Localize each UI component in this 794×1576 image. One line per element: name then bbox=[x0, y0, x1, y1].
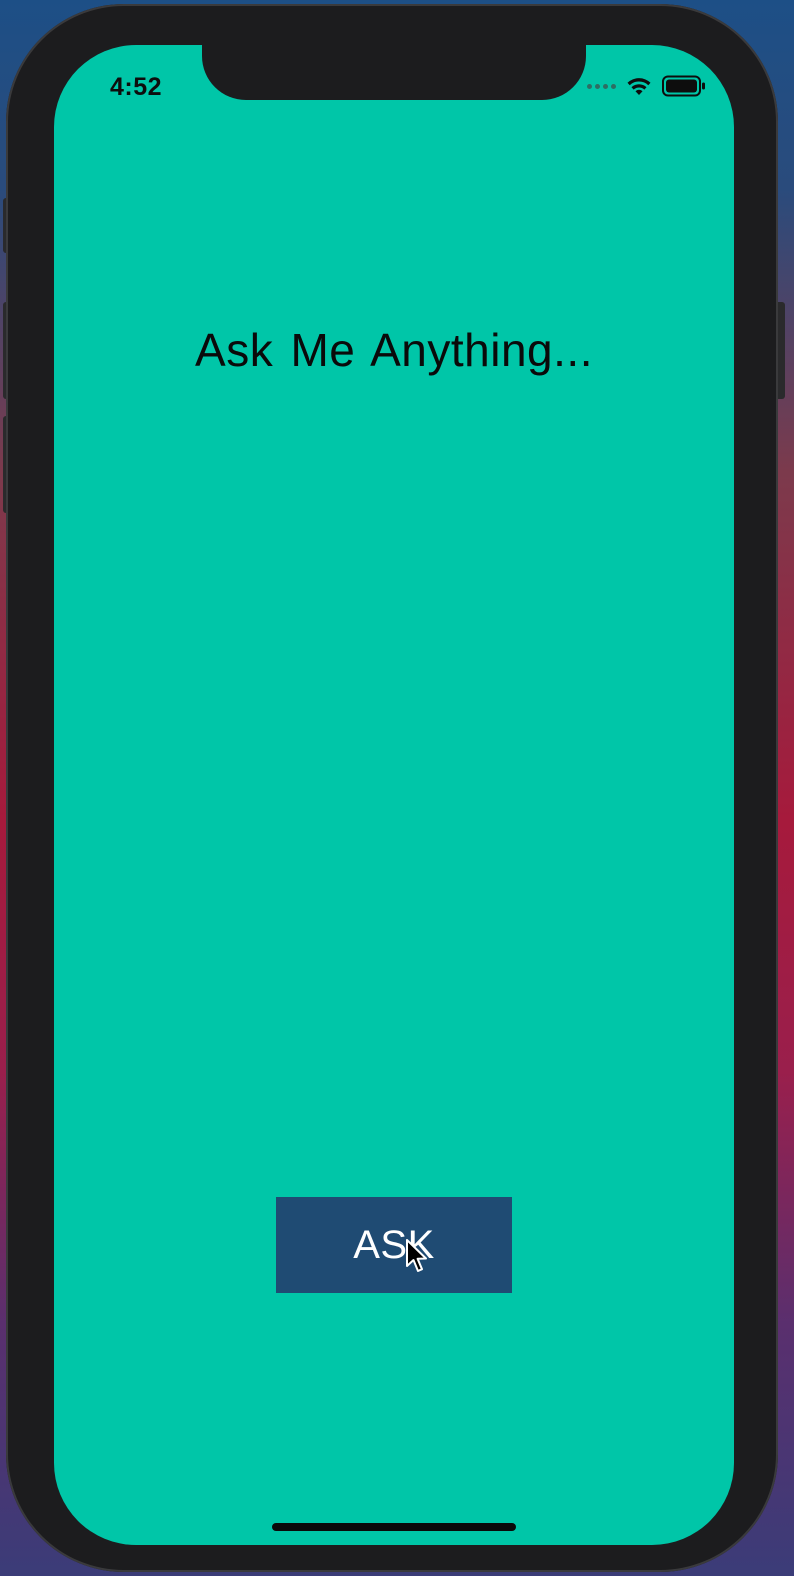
app-screen: 4:52 Ask Me Anything... ASK bbox=[54, 45, 734, 1545]
status-icons bbox=[587, 75, 706, 97]
wifi-icon bbox=[626, 76, 652, 96]
home-indicator[interactable] bbox=[272, 1523, 516, 1531]
notch bbox=[202, 45, 586, 100]
ask-button[interactable]: ASK bbox=[276, 1197, 512, 1293]
battery-icon bbox=[662, 75, 706, 97]
page-title: Ask Me Anything... bbox=[195, 324, 593, 376]
status-time: 4:52 bbox=[110, 73, 163, 101]
signal-dots-icon bbox=[587, 83, 616, 89]
cursor-icon bbox=[406, 1239, 430, 1280]
